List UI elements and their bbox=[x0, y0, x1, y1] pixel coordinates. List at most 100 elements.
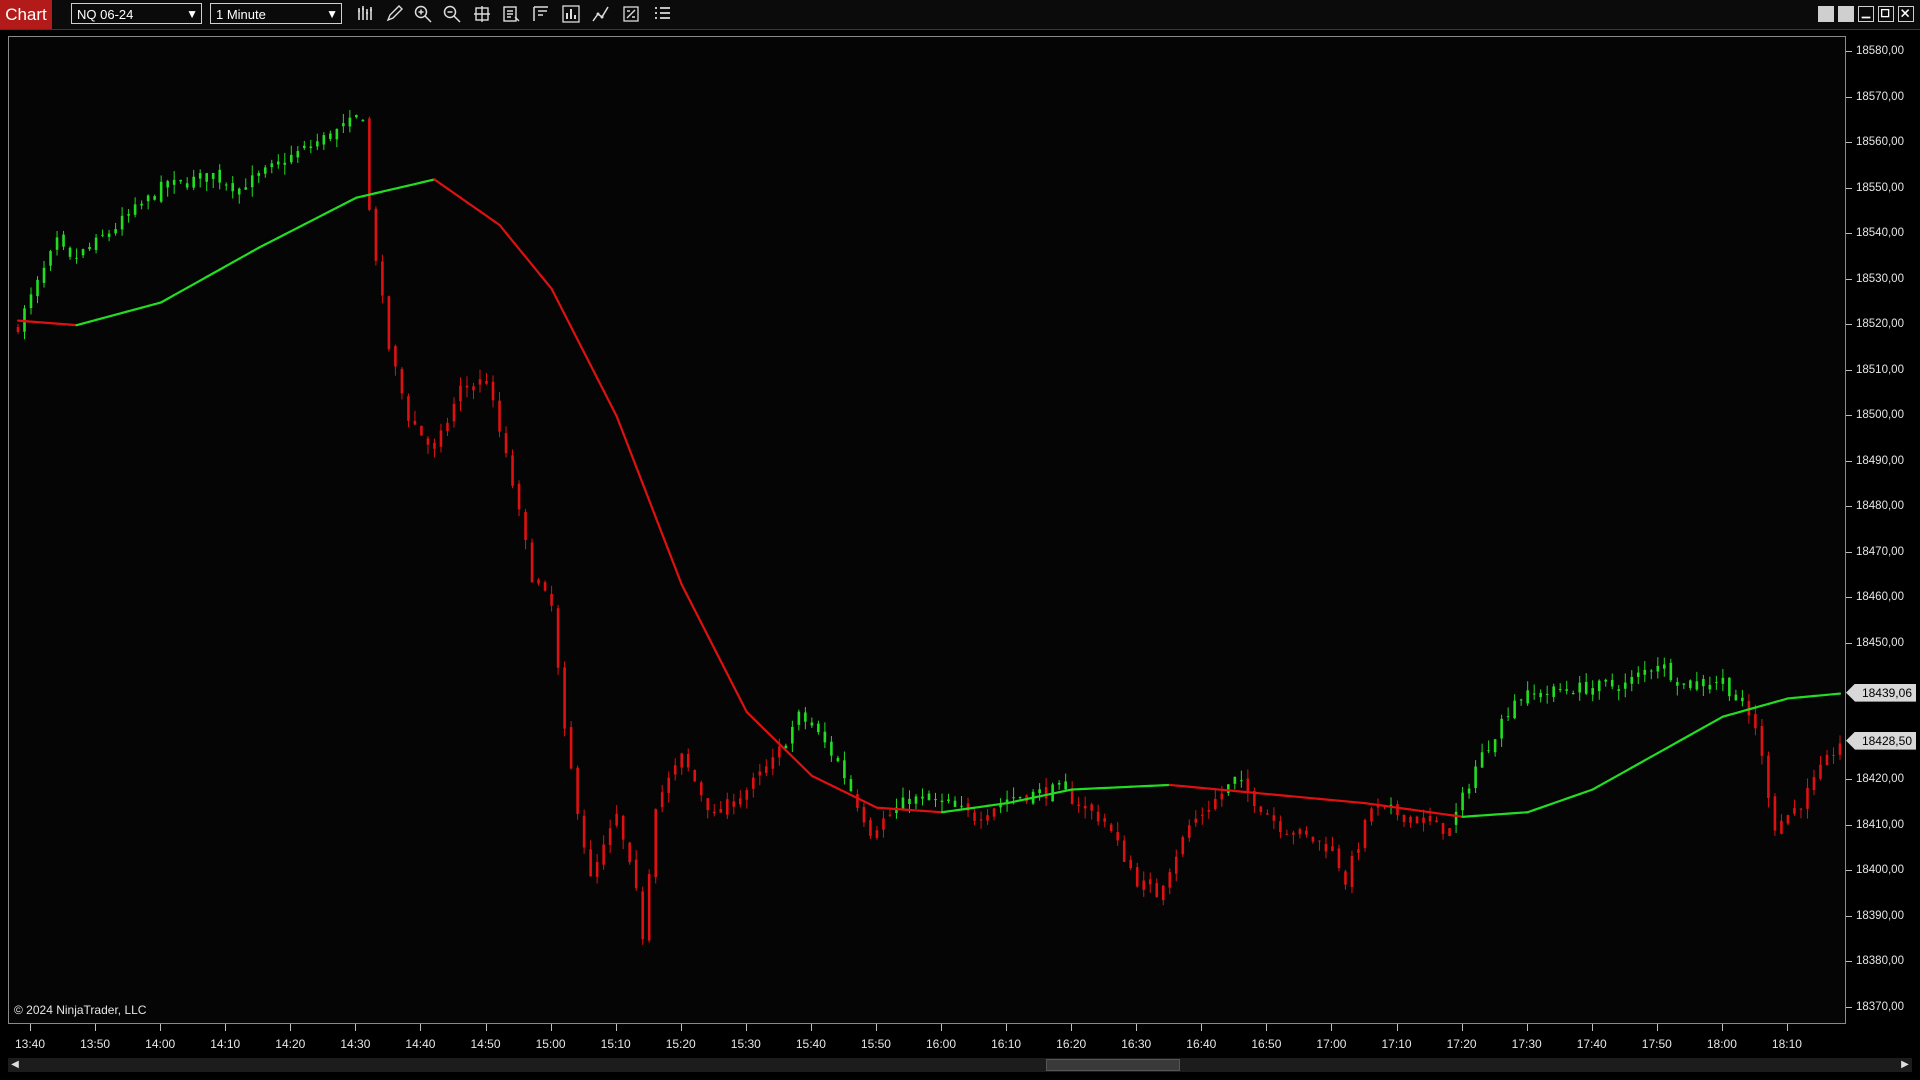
tile-icon[interactable] bbox=[1818, 6, 1834, 22]
candle bbox=[1337, 844, 1341, 872]
zoom-out-icon[interactable] bbox=[440, 3, 464, 25]
moving-average-segment bbox=[1611, 773, 1620, 780]
candle bbox=[1741, 689, 1744, 707]
moving-average-segment bbox=[1708, 719, 1718, 726]
candle bbox=[1467, 783, 1471, 799]
moving-average-segment bbox=[719, 660, 729, 675]
candle bbox=[1305, 826, 1308, 838]
chart-tab[interactable]: Chart bbox=[0, 0, 52, 29]
moving-average-segment bbox=[635, 465, 644, 485]
candle bbox=[1513, 694, 1516, 720]
price-tick-label: 18370,00 bbox=[1856, 1001, 1904, 1013]
time-tick-label: 14:20 bbox=[275, 1037, 306, 1051]
price-tick bbox=[1846, 506, 1852, 508]
close-icon[interactable] bbox=[1898, 6, 1914, 22]
candle bbox=[1253, 787, 1256, 813]
bar-chart-icon[interactable] bbox=[559, 3, 583, 25]
scroll-left-icon[interactable]: ◀ bbox=[8, 1058, 22, 1072]
horizontal-scrollbar[interactable]: ◀ ▶ bbox=[8, 1058, 1912, 1072]
moving-average-segment bbox=[1624, 766, 1633, 773]
candle bbox=[55, 230, 59, 256]
candle bbox=[62, 230, 65, 251]
instrument-select[interactable]: NQ 06-24 ▼ bbox=[71, 3, 202, 24]
chevron-down-icon: ▼ bbox=[326, 7, 338, 21]
candle bbox=[1754, 704, 1757, 736]
price-tick-label: 18580,00 bbox=[1856, 45, 1904, 57]
candle bbox=[374, 206, 378, 266]
crosshair-icon[interactable] bbox=[470, 3, 494, 25]
candle bbox=[914, 794, 918, 810]
candle bbox=[1396, 800, 1399, 821]
moving-average-segment bbox=[732, 685, 742, 701]
time-tick-label: 15:10 bbox=[600, 1037, 631, 1051]
scroll-thumb[interactable] bbox=[1046, 1059, 1180, 1071]
time-tick bbox=[1396, 1024, 1398, 1031]
candle bbox=[1643, 661, 1647, 683]
moving-average-segment bbox=[251, 246, 260, 253]
time-tick-label: 15:40 bbox=[795, 1037, 826, 1051]
draw-pencil-icon[interactable] bbox=[382, 3, 406, 25]
moving-average-segment bbox=[1669, 741, 1679, 747]
candle bbox=[1370, 806, 1373, 826]
candle bbox=[966, 797, 970, 817]
candle bbox=[712, 804, 716, 817]
time-axis[interactable]: 13:40 13:50 14:00 14:10 14:20 14:30 14:40 14:50… bbox=[8, 1024, 1846, 1054]
scroll-right-icon[interactable]: ▶ bbox=[1898, 1058, 1912, 1072]
price-tick bbox=[1846, 460, 1852, 462]
indicators-list-icon[interactable] bbox=[650, 3, 674, 25]
moving-average-line bbox=[16, 178, 1842, 818]
candle bbox=[810, 717, 814, 728]
moving-average-segment bbox=[244, 250, 254, 257]
moving-average-segment bbox=[1702, 722, 1711, 729]
candle bbox=[1201, 807, 1204, 825]
moving-average-segment bbox=[530, 263, 540, 274]
bars-type-icon[interactable] bbox=[353, 3, 377, 25]
moving-average-segment bbox=[238, 253, 247, 260]
strategy-icon[interactable] bbox=[589, 3, 613, 25]
price-axis[interactable]: 18580,00 18570,00 18560,00 18550,00 18540,00… bbox=[1846, 36, 1920, 1024]
candle bbox=[921, 788, 924, 806]
time-tick-label: 16:10 bbox=[991, 1037, 1022, 1051]
price-tick-label: 18570,00 bbox=[1856, 90, 1904, 103]
moving-average-segment bbox=[693, 609, 703, 624]
candle bbox=[875, 825, 879, 840]
candle bbox=[960, 796, 963, 810]
properties-icon[interactable] bbox=[619, 3, 643, 25]
candle bbox=[999, 798, 1002, 813]
candle bbox=[205, 173, 209, 191]
time-tick bbox=[810, 1024, 812, 1031]
candle bbox=[426, 436, 430, 454]
price-tick bbox=[1846, 870, 1852, 872]
time-tick bbox=[745, 1024, 747, 1031]
moving-average-segment bbox=[1591, 784, 1601, 791]
data-box-icon[interactable] bbox=[499, 3, 523, 25]
zoom-in-icon[interactable] bbox=[411, 3, 435, 25]
candle bbox=[1552, 683, 1555, 702]
price-tick bbox=[1846, 51, 1852, 52]
candle bbox=[1422, 809, 1425, 832]
maximize-icon[interactable] bbox=[1878, 6, 1894, 22]
time-tick-label: 15:30 bbox=[730, 1037, 761, 1051]
time-tick-label: 18:00 bbox=[1706, 1037, 1737, 1051]
moving-average-segment bbox=[589, 364, 599, 380]
candle bbox=[1806, 778, 1809, 819]
price-tick-label: 18380,00 bbox=[1856, 955, 1904, 968]
candle bbox=[1428, 807, 1432, 826]
candle bbox=[1838, 735, 1842, 760]
minimize-icon[interactable] bbox=[1858, 6, 1874, 22]
tile-icon[interactable] bbox=[1838, 6, 1854, 22]
candle bbox=[1493, 738, 1497, 757]
moving-average-segment bbox=[758, 723, 768, 733]
time-tick bbox=[1266, 1024, 1268, 1031]
candle bbox=[1786, 814, 1790, 826]
range-icon[interactable] bbox=[529, 3, 553, 25]
candle bbox=[94, 233, 98, 254]
moving-average-segment bbox=[452, 192, 462, 199]
candle bbox=[1819, 756, 1822, 781]
chart-panel[interactable] bbox=[8, 36, 1846, 1024]
candle bbox=[1122, 835, 1126, 863]
candlestick-plot[interactable] bbox=[9, 37, 1847, 1025]
interval-select[interactable]: 1 Minute ▼ bbox=[210, 3, 342, 24]
candle bbox=[1331, 836, 1334, 852]
candle bbox=[446, 417, 449, 436]
